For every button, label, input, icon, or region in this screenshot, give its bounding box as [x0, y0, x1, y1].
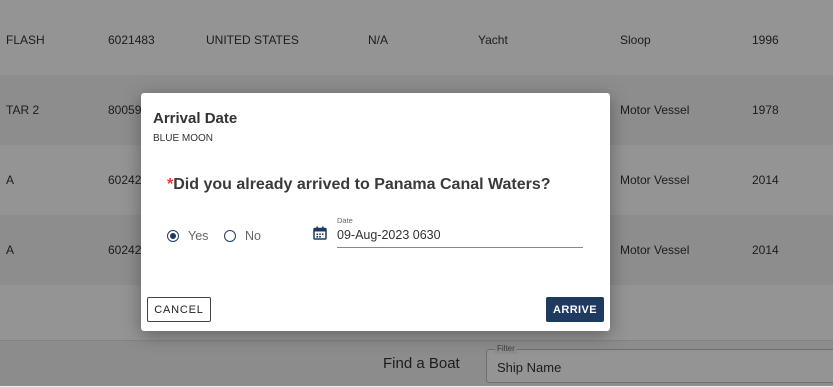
date-field-underline [337, 247, 583, 248]
radio-yes-label: Yes [188, 229, 209, 243]
date-field-label: Date [337, 216, 353, 225]
cancel-button[interactable]: CANCEL [147, 297, 211, 322]
radio-no-ring [224, 230, 236, 242]
dialog-title: Arrival Date [153, 110, 238, 127]
dialog-subtitle: BLUE MOON [153, 133, 214, 144]
question-text: Did you already arrived to Panama Canal … [173, 176, 551, 193]
radio-no-label: No [245, 229, 261, 243]
radio-yes[interactable]: Yes [167, 228, 227, 244]
calendar-icon[interactable] [313, 226, 327, 240]
radio-selected-dot [170, 233, 176, 239]
arrival-date-dialog: Arrival Date BLUE MOON *Did you already … [141, 93, 610, 331]
date-field-value[interactable]: 09-Aug-2023 0630 [337, 228, 441, 242]
arrive-button[interactable]: ARRIVE [546, 297, 604, 322]
arrival-question: *Did you already arrived to Panama Canal… [167, 176, 551, 194]
radio-no[interactable]: No [224, 228, 274, 244]
arrival-date-field[interactable]: Date 09-Aug-2023 0630 [313, 216, 585, 248]
